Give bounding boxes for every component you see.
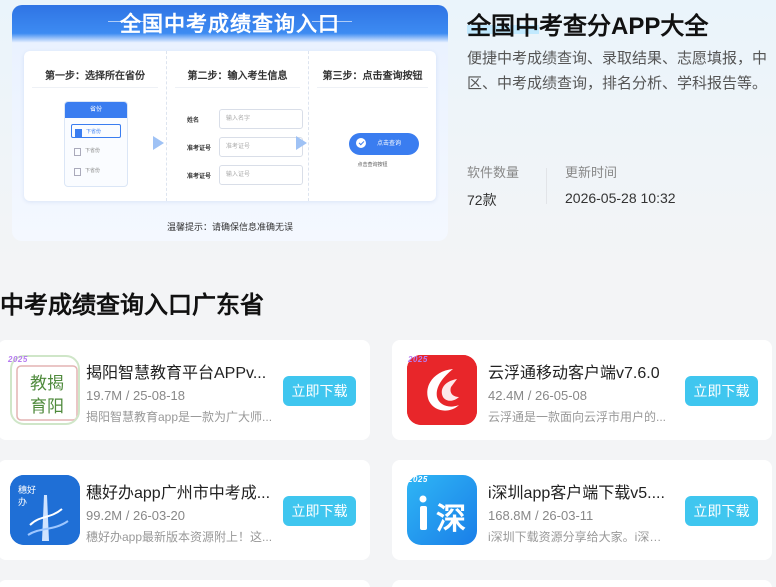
ishenzhen-icon-graphic: 深 <box>419 495 466 536</box>
stat-value: 2026-05-28 10:32 <box>565 190 676 206</box>
arrow-right-icon <box>153 136 164 150</box>
download-button[interactable]: 立即下载 <box>283 496 356 526</box>
stat-label: 更新时间 <box>565 165 618 180</box>
download-button[interactable]: 立即下载 <box>685 496 758 526</box>
svg-text:深: 深 <box>436 503 466 536</box>
form-input: 输入名字 <box>219 109 303 129</box>
hero-description-line: 便捷中考成绩查询、录取结果、志愿填报，中 <box>467 50 768 67</box>
step-3: 第三步：点击查询按钮 点击查询 点击查询按钮 <box>308 51 436 201</box>
stat-value: 72款 <box>467 192 497 208</box>
app-description: 穗好办app最新版本资源附上！这... <box>86 530 273 544</box>
query-button-illustration: 点击查询 <box>349 133 419 155</box>
step-1: 第一步：选择所在省份 省份 下省份 下省份 下省份 <box>24 51 166 201</box>
form-row-ticket: 准考证号 准考证号 <box>177 137 303 157</box>
step-title: 第一步：选择所在省份 <box>45 71 145 82</box>
form-row-name: 姓名 输入名字 <box>177 109 303 129</box>
app-card[interactable]: 2025 云浮通移动客户端v7.6.0 42.4M / 26-05-08 云浮通… <box>392 340 772 440</box>
steps-panel: 第一步：选择所在省份 省份 下省份 下省份 下省份 第二步：输入考生信息 姓名 … <box>24 51 436 201</box>
app-card[interactable]: 深 2025 i深圳app客户端下载v5.... 168.8M / 26-03-… <box>392 460 772 560</box>
form-input: 输入证号 <box>219 165 303 185</box>
app-name[interactable]: 揭阳智慧教育平台APPv... <box>86 359 276 383</box>
step-divider <box>317 87 428 88</box>
step-title: 第二步：输入考生信息 <box>187 71 288 82</box>
app-description: 揭阳智慧教育app是一款为广大师... <box>86 410 273 424</box>
province-item: 下省份 <box>71 144 121 158</box>
app-meta: 99.2M / 26-03-20 <box>86 508 186 523</box>
form-label: 准考证号 <box>187 146 212 152</box>
app-meta: 168.8M / 26-03-11 <box>488 508 594 523</box>
arrow-right-icon <box>296 136 307 150</box>
app-card-partial[interactable] <box>392 580 772 587</box>
suihaoban-icon[interactable]: 穗好 办 <box>10 475 80 545</box>
hero-section: 全国中考成绩查询入口 第一步：选择所在省份 省份 下省份 下省份 下省份 第二步… <box>0 0 776 262</box>
app-card[interactable]: 教揭 育阳 2025 揭阳智慧教育平台APPv... 19.7M / 25-08… <box>0 340 370 440</box>
download-button[interactable]: 立即下载 <box>685 376 758 406</box>
svg-text:教揭: 教揭 <box>30 374 64 393</box>
form-row-ticket-2: 准考证号 输入证号 <box>177 165 303 185</box>
app-card[interactable]: 穗好 办 穗好办app广州市中考成... 99.2M / 26-03-20 穗好… <box>0 460 370 560</box>
app-name[interactable]: i深圳app客户端下载v5.... <box>488 479 678 503</box>
step-title: 第三步：点击查询按钮 <box>322 71 423 82</box>
step-2: 第二步：输入考生信息 姓名 输入名字 准考证号 准考证号 准考证号 输入证号 <box>166 51 308 201</box>
year-badge: 2025 <box>408 355 428 364</box>
hero-description-line: 区、中考成绩查询，排名分析、学科报告等。 <box>467 75 768 92</box>
form-input: 准考证号 <box>219 137 303 157</box>
query-hint: 点击查询按钮 <box>357 162 388 168</box>
form-label: 姓名 <box>187 118 200 124</box>
stat-label: 软件数量 <box>467 165 520 180</box>
suihaoban-icon-graphic: 穗好 办 <box>10 475 80 545</box>
province-item: 下省份 <box>71 124 121 138</box>
jieyang-education-icon[interactable]: 教揭 育阳 <box>10 355 80 425</box>
page-title: 全国中考查分APP大全 <box>467 13 709 40</box>
section-title: 中考成绩查询入口广东省 <box>0 292 264 319</box>
app-name[interactable]: 云浮通移动客户端v7.6.0 <box>488 359 678 383</box>
app-meta: 42.4M / 26-05-08 <box>488 388 588 403</box>
hero-banner-image[interactable]: 全国中考成绩查询入口 第一步：选择所在省份 省份 下省份 下省份 下省份 第二步… <box>12 5 448 241</box>
stat-divider <box>546 168 547 204</box>
stat-app-count: 软件数量 72款 <box>467 162 519 210</box>
banner-title: 全国中考成绩查询入口 <box>120 13 340 36</box>
jieyang-education-icon-graphic: 教揭 育阳 <box>16 365 78 421</box>
stat-update-time: 更新时间 2026-05-28 10:32 <box>565 162 676 206</box>
svg-text:办: 办 <box>18 496 27 507</box>
province-panel: 省份 下省份 下省份 下省份 <box>64 101 128 187</box>
year-badge: 2025 <box>408 475 428 484</box>
hero-description: 便捷中考成绩查询、录取结果、志愿填报，中 区、中考成绩查询，排名分析、学科报告等… <box>467 46 776 98</box>
step-divider <box>175 87 300 88</box>
app-name[interactable]: 穗好办app广州市中考成... <box>86 479 276 503</box>
year-badge: 2025 <box>8 355 28 364</box>
app-description: 云浮通是一款面向云浮市用户的... <box>488 410 667 424</box>
province-item: 下省份 <box>71 164 121 178</box>
svg-text:穗好: 穗好 <box>18 484 36 495</box>
form-label: 准考证号 <box>187 174 212 180</box>
yunfutong-icon[interactable] <box>407 355 477 425</box>
ishenzhen-icon[interactable]: 深 <box>407 475 477 545</box>
banner-tip: 温馨提示：请确保信息准确无误 <box>166 222 293 232</box>
province-panel-header: 省份 <box>65 102 127 118</box>
svg-text:育阳: 育阳 <box>30 397 64 416</box>
app-description: i深圳下载资源分享给大家。i深圳... <box>488 530 668 544</box>
yunfutong-icon-graphic <box>407 355 477 425</box>
app-meta: 19.7M / 25-08-18 <box>86 388 186 403</box>
app-card-partial[interactable] <box>0 580 370 587</box>
step-divider <box>32 87 158 88</box>
download-button[interactable]: 立即下载 <box>283 376 356 406</box>
